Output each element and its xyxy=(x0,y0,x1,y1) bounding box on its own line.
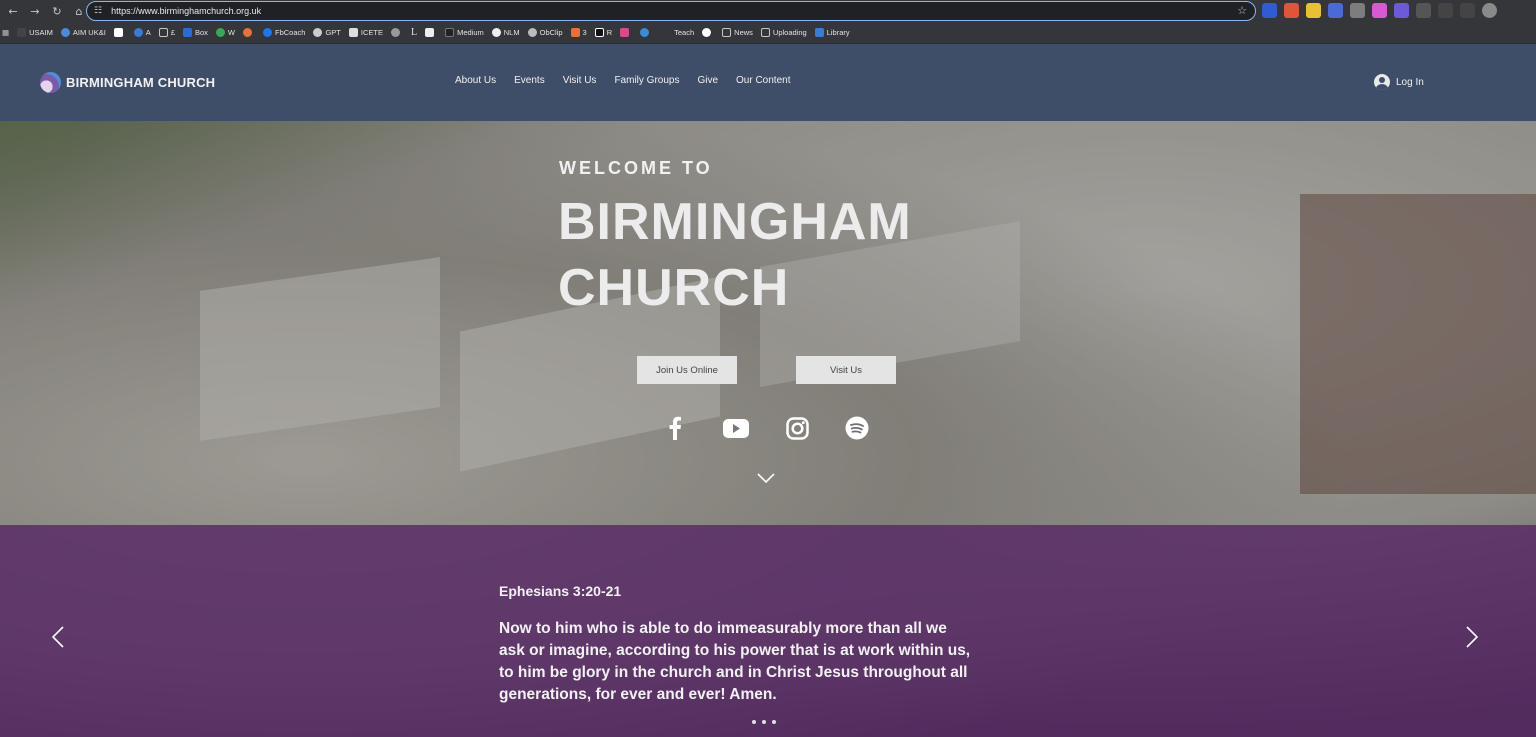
user-avatar-icon xyxy=(1374,74,1390,90)
bookmark-item[interactable]: ICETE xyxy=(348,28,383,37)
reload-icon[interactable]: ↻ xyxy=(48,2,66,20)
slider-pagination xyxy=(752,720,776,724)
bookmark-item[interactable]: W xyxy=(215,28,235,37)
slider-prev-arrow-icon[interactable] xyxy=(51,626,64,653)
slider-dot[interactable] xyxy=(762,720,766,724)
slider-dot[interactable] xyxy=(752,720,756,724)
reading-list-icon[interactable] xyxy=(1460,3,1475,18)
nav-give[interactable]: Give xyxy=(697,75,718,86)
bookmark-item[interactable] xyxy=(243,28,255,37)
bookmark-folder[interactable]: Uploading xyxy=(760,28,807,37)
slider-next-arrow-icon[interactable] xyxy=(1466,626,1479,653)
logo-text: BIRMINGHAM CHURCH xyxy=(66,75,216,90)
extensions-row xyxy=(1262,3,1497,18)
bookmark-item[interactable]: R xyxy=(594,28,612,37)
bookmark-item[interactable] xyxy=(390,28,403,37)
bookmark-folder[interactable]: News xyxy=(722,28,753,37)
facebook-icon[interactable] xyxy=(663,416,687,440)
extension-icon[interactable] xyxy=(1306,3,1321,18)
bookmark-item[interactable]: Medium xyxy=(445,28,484,37)
bookmarks-bar: ▦ USAIM AIM UK&I A £ Box W FbCoach GPT I… xyxy=(0,22,1536,44)
extension-icon[interactable] xyxy=(1284,3,1299,18)
extension-icon[interactable] xyxy=(1350,3,1365,18)
address-bar[interactable]: ☷ https://www.birminghamchurch.org.uk ☆ xyxy=(86,1,1256,21)
site-info-icon[interactable]: ☷ xyxy=(94,6,102,16)
website-page: BIRMINGHAM CHURCH About Us Events Visit … xyxy=(0,44,1536,737)
nav-events[interactable]: Events xyxy=(514,75,545,86)
apps-icon[interactable]: ▦ xyxy=(2,28,9,37)
instagram-icon[interactable] xyxy=(785,416,809,440)
bookmark-item[interactable] xyxy=(620,28,632,37)
extension-icon[interactable] xyxy=(1262,3,1277,18)
forward-icon[interactable]: → xyxy=(26,2,44,20)
hero-title: BIRMINGHAM CHURCH xyxy=(558,189,912,321)
verse-line: to him be glory in the church and in Chr… xyxy=(499,664,968,681)
nav-visit-us[interactable]: Visit Us xyxy=(563,75,597,86)
welcome-text: WELCOME TO xyxy=(559,158,713,178)
site-logo[interactable]: BIRMINGHAM CHURCH xyxy=(40,72,215,93)
extension-icon[interactable] xyxy=(1372,3,1387,18)
bookmark-item[interactable]: Teach xyxy=(674,28,694,37)
bookmark-item[interactable]: GPT xyxy=(313,28,341,37)
url-text[interactable]: https://www.birminghamchurch.org.uk xyxy=(111,6,261,16)
logo-mark-icon xyxy=(40,72,61,93)
bookmark-item[interactable]: Box xyxy=(182,28,208,37)
verse-reference: Ephesians 3:20-21 xyxy=(499,583,622,599)
cast-icon[interactable] xyxy=(1438,3,1453,18)
scroll-down-chevron-icon[interactable] xyxy=(757,470,775,488)
verse-line: ask or imagine, according to his power t… xyxy=(499,642,971,659)
bookmark-item[interactable]: ObClip xyxy=(527,28,563,37)
bookmark-item[interactable]: L xyxy=(411,27,417,38)
bookmark-item[interactable]: AIM UK&I xyxy=(60,28,106,37)
bookmark-item[interactable]: Library xyxy=(814,28,850,37)
bookmark-item[interactable]: USAIM xyxy=(17,28,53,37)
bookmark-item[interactable]: 3 xyxy=(570,28,587,37)
main-nav: About Us Events Visit Us Family Groups G… xyxy=(455,75,809,86)
browser-toolbar: ← → ↻ ⌂ ☷ https://www.birminghamchurch.o… xyxy=(0,0,1536,22)
bookmark-item[interactable]: FbCoach xyxy=(263,28,305,37)
nav-family-groups[interactable]: Family Groups xyxy=(614,75,679,86)
bookmark-item[interactable] xyxy=(113,28,126,37)
hero-title-line: CHURCH xyxy=(558,259,790,317)
slider-dot[interactable] xyxy=(772,720,776,724)
nav-about-us[interactable]: About Us xyxy=(455,75,496,86)
bookmark-item[interactable] xyxy=(702,28,714,37)
nav-our-content[interactable]: Our Content xyxy=(736,75,790,86)
verse-text: Now to him who is able to do immeasurabl… xyxy=(499,618,989,706)
login-label: Log In xyxy=(1396,76,1424,88)
hero-title-line: BIRMINGHAM xyxy=(558,193,912,251)
bookmark-item[interactable] xyxy=(640,28,652,37)
youtube-icon[interactable] xyxy=(723,416,749,440)
join-online-button[interactable]: Join Us Online xyxy=(637,356,737,384)
login-button[interactable]: Log In xyxy=(1374,74,1424,90)
verse-line: generations, for ever and ever! Amen. xyxy=(499,686,777,703)
bookmark-item[interactable] xyxy=(425,28,437,37)
visit-us-button[interactable]: Visit Us xyxy=(796,356,896,384)
verse-line: Now to him who is able to do immeasurabl… xyxy=(499,620,947,637)
bookmark-folder[interactable]: £ xyxy=(158,28,175,37)
extension-icon[interactable] xyxy=(1394,3,1409,18)
bookmark-star-icon[interactable]: ☆ xyxy=(1237,4,1247,17)
spotify-icon[interactable] xyxy=(845,416,869,440)
bookmark-item[interactable]: NLM xyxy=(491,28,520,37)
puzzle-icon[interactable] xyxy=(1416,3,1431,18)
back-icon[interactable]: ← xyxy=(4,2,22,20)
extension-icon[interactable] xyxy=(1328,3,1343,18)
bookmark-item[interactable]: A xyxy=(133,28,151,37)
site-header: BIRMINGHAM CHURCH About Us Events Visit … xyxy=(0,44,1536,121)
profile-avatar[interactable] xyxy=(1482,3,1497,18)
